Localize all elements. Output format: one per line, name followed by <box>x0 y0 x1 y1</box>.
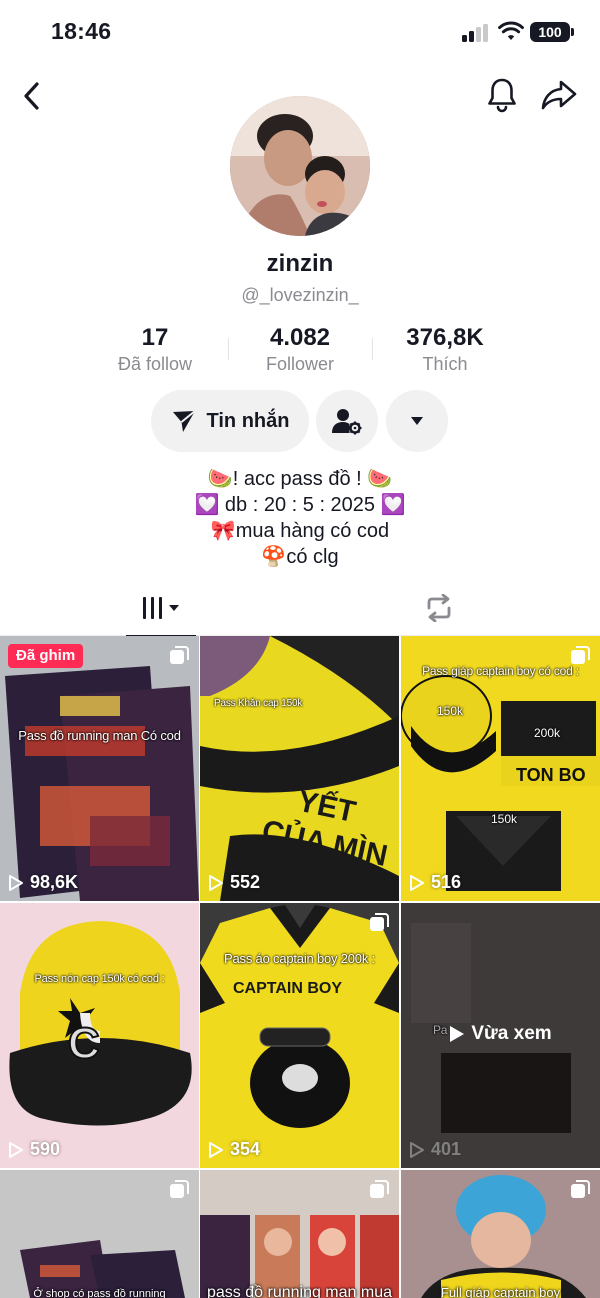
video-tile[interactable]: CAPTAIN BOY Pass áo captain boy 200k : 3… <box>200 903 399 1168</box>
username: @_lovezinzin_ <box>241 285 359 305</box>
cellular-signal-icon <box>462 24 490 42</box>
view-count: 98,6K <box>8 872 78 893</box>
more-options-button[interactable] <box>386 390 448 452</box>
play-icon <box>410 1141 424 1158</box>
bio-line: 💟 db : 20 : 5 : 2025 💟 <box>194 494 406 516</box>
share-arrow-icon <box>541 80 577 110</box>
video-tile[interactable]: TON BO Pass giáp captain boy có cod : 15… <box>401 636 600 901</box>
svg-text:CAPTAIN BOY: CAPTAIN BOY <box>233 980 342 997</box>
view-count-value: 516 <box>431 872 462 892</box>
tab-videos[interactable] <box>126 580 196 637</box>
photo-carousel-icon <box>370 913 389 931</box>
video-thumbnail <box>0 636 199 901</box>
video-tile[interactable]: pass đồ running man mua <box>200 1170 399 1298</box>
following-count: 17 <box>141 324 169 351</box>
followers-stat[interactable]: 4.082 Follower <box>240 324 360 375</box>
recently-watched-label: Vừa xem <box>401 1023 600 1045</box>
svg-text:C: C <box>68 1019 100 1068</box>
following-stat[interactable]: 17 Đã follow <box>100 324 210 375</box>
likes-label: Thích <box>422 354 468 374</box>
bell-icon <box>488 78 516 113</box>
status-bar: 18:46 100 <box>0 0 600 66</box>
price-tag: 150k <box>437 704 464 718</box>
back-button[interactable] <box>14 76 50 116</box>
view-count: 354 <box>208 1139 260 1160</box>
avatar-photo <box>230 96 370 236</box>
price-tag: 150k <box>491 812 518 826</box>
video-thumbnail: CAPTAIN BOY <box>200 903 399 1168</box>
play-icon <box>209 1141 223 1158</box>
battery-cap <box>571 28 574 36</box>
caret-down-icon <box>411 417 423 425</box>
bio-line: 🍉! acc pass đồ ! 🍉 <box>207 468 393 490</box>
view-count-value: 401 <box>431 1139 462 1159</box>
video-tile[interactable]: Full giáp captain boy <box>401 1170 600 1298</box>
bio-line: 🎀mua hàng có cod <box>210 520 390 542</box>
play-icon <box>9 1141 23 1158</box>
tab-reposts[interactable] <box>404 580 474 636</box>
play-icon <box>410 874 424 891</box>
video-tile[interactable]: Ở shop có pass đồ running <box>0 1170 199 1298</box>
photo-carousel-icon <box>370 1180 389 1198</box>
view-count-value: 552 <box>230 872 261 892</box>
view-count: 590 <box>8 1139 60 1160</box>
watched-text: Vừa xem <box>471 1023 552 1044</box>
share-button[interactable] <box>538 74 580 116</box>
view-count-value: 98,6K <box>30 872 79 892</box>
followers-label: Follower <box>265 354 335 374</box>
photo-carousel-icon <box>170 646 189 664</box>
play-icon <box>9 874 23 891</box>
play-icon <box>209 874 223 891</box>
photo-carousel-icon <box>571 646 590 664</box>
following-label: Đã follow <box>117 354 193 374</box>
grid-icon <box>143 597 179 619</box>
video-caption: Pass áo captain boy 200k : <box>224 951 375 966</box>
video-caption: pass đồ running man mua <box>207 1284 392 1298</box>
video-tile[interactable]: Pa Vừa xem 401 <box>401 903 600 1168</box>
video-caption: Full giáp captain boy <box>440 1285 561 1298</box>
video-tile[interactable]: C Pass nón cap 150k có cod : 590 <box>0 903 199 1168</box>
status-time: 18:46 <box>51 18 112 44</box>
notifications-button[interactable] <box>482 74 522 116</box>
display-name: zinzin <box>266 250 334 277</box>
video-caption: Pass nón cap 150k có cod : <box>34 973 165 985</box>
stat-divider <box>372 338 373 360</box>
followers-count: 4.082 <box>269 324 331 351</box>
person-gear-icon <box>332 409 362 435</box>
profile-bio: 🍉! acc pass đồ ! 🍉 💟 db : 20 : 5 : 2025 … <box>0 466 600 570</box>
send-icon <box>172 410 196 432</box>
view-count-value: 354 <box>230 1139 261 1159</box>
video-thumbnail: C <box>0 903 199 1168</box>
pinned-badge: Đã ghim <box>8 644 84 668</box>
view-count: 552 <box>208 872 260 893</box>
video-thumbnail: YẾT CỦA MÌN BAY TỚ <box>200 636 399 901</box>
likes-count: 376,8K <box>406 324 484 351</box>
chevron-left-icon <box>24 82 39 110</box>
repost-icon <box>427 594 451 622</box>
message-button[interactable]: Tin nhắn <box>151 390 309 452</box>
wifi-icon <box>498 21 524 40</box>
video-caption: Pass giáp captain boy có cod : <box>422 664 579 678</box>
view-count-value: 590 <box>30 1139 61 1159</box>
friend-settings-button[interactable] <box>316 390 378 452</box>
svg-text:TON BO: TON BO <box>516 765 586 785</box>
photo-carousel-icon <box>571 1180 590 1198</box>
video-caption: Ở shop có pass đồ running <box>33 1288 166 1298</box>
video-caption: Pass đồ running man Có cod <box>18 728 181 743</box>
price-tag: 200k <box>534 726 561 740</box>
view-count: 401 <box>409 1139 461 1160</box>
view-count: 516 <box>409 872 461 893</box>
battery-indicator: 100 <box>530 22 570 42</box>
video-tile[interactable]: Đã ghim Pass đồ running man Có cod 98,6K <box>0 636 199 901</box>
likes-stat[interactable]: 376,8K Thích <box>385 324 505 375</box>
stat-divider <box>228 338 229 360</box>
message-button-label: Tin nhắn <box>206 409 290 432</box>
profile-avatar[interactable] <box>230 96 370 236</box>
video-caption: Pass Khăn cap 150k <box>214 698 303 709</box>
bio-line: 🍄có clg <box>261 546 339 568</box>
video-tile[interactable]: YẾT CỦA MÌN BAY TỚ Pass Khăn cap 150k 55… <box>200 636 399 901</box>
photo-carousel-icon <box>170 1180 189 1198</box>
profile-tabs <box>0 580 600 637</box>
play-filled-icon <box>450 1026 465 1042</box>
